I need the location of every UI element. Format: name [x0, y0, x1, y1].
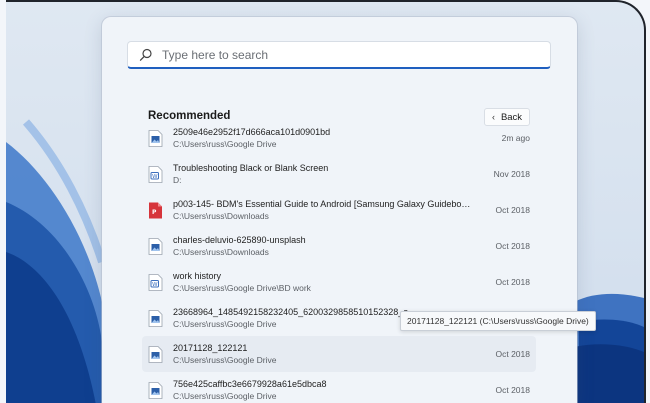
screenshot-frame: Recommended ‹ Back 2509e46e2952f17d666ac…: [0, 0, 650, 403]
item-name: 756e425caffbc3e6679928a61e5dbca8: [173, 378, 327, 389]
item-time: 2m ago: [501, 133, 530, 143]
item-name: work history: [173, 270, 222, 281]
item-path: C:\Users\russ\Downloads: [173, 210, 269, 221]
item-path: C:\Users\russ\Google Drive: [173, 390, 277, 401]
list-item[interactable]: charles-deluvio-625890-unsplash C:\Users…: [142, 228, 536, 264]
list-item[interactable]: W work history C:\Users\russ\Google Driv…: [142, 264, 536, 300]
item-name: 23668964_1485492158232405_62003298585101…: [173, 306, 409, 317]
list-item[interactable]: 2509e46e2952f17d666aca101d0901bd C:\User…: [142, 120, 536, 156]
item-time: Oct 2018: [495, 385, 531, 395]
svg-text:W: W: [152, 281, 158, 287]
item-time: Oct 2018: [495, 349, 531, 359]
image-file-icon: [148, 237, 163, 255]
item-name: 2509e46e2952f17d666aca101d0901bd: [173, 126, 331, 137]
svg-text:P: P: [152, 209, 157, 216]
item-time: Oct 2018: [495, 277, 531, 287]
item-path: C:\Users\russ\Downloads: [173, 246, 269, 257]
word-document-icon: W: [148, 273, 163, 291]
image-file-icon: [148, 345, 163, 363]
item-name: charles-deluvio-625890-unsplash: [173, 234, 306, 245]
svg-text:W: W: [152, 173, 158, 179]
item-path: D:: [173, 174, 182, 185]
image-file-icon: [148, 381, 163, 399]
image-file-icon: [148, 129, 163, 147]
pdf-file-icon: P: [148, 202, 163, 219]
item-path: C:\Users\russ\Google Drive\BD work: [173, 282, 311, 293]
hover-tooltip: 20171128_122121 (C:\Users\russ\Google Dr…: [400, 311, 596, 331]
word-document-icon: W: [148, 165, 163, 183]
item-path: C:\Users\russ\Google Drive: [173, 138, 277, 149]
item-path: C:\Users\russ\Google Drive: [173, 318, 277, 329]
item-time: Nov 2018: [493, 169, 530, 179]
item-time: Oct 2018: [495, 241, 531, 251]
desktop: Recommended ‹ Back 2509e46e2952f17d666ac…: [6, 0, 646, 403]
search-box[interactable]: [127, 41, 551, 69]
list-item[interactable]: W Troubleshooting Black or Blank Screen …: [142, 156, 536, 192]
list-item[interactable]: 756e425caffbc3e6679928a61e5dbca8 C:\User…: [142, 372, 536, 403]
image-file-icon: [148, 309, 163, 327]
item-path: C:\Users\russ\Google Drive: [173, 354, 277, 365]
search-input[interactable]: [162, 47, 522, 62]
recommended-list: 2509e46e2952f17d666aca101d0901bd C:\User…: [142, 120, 536, 403]
search-icon: [139, 48, 153, 62]
list-item[interactable]: P p003-145- BDM's Essential Guide to And…: [142, 192, 536, 228]
item-name: p003-145- BDM's Essential Guide to Andro…: [173, 198, 473, 209]
item-name: Troubleshooting Black or Blank Screen: [173, 162, 329, 173]
item-name: 20171128_122121: [173, 342, 248, 353]
item-time: Oct 2018: [495, 205, 531, 215]
list-item-hovered[interactable]: 20171128_122121 C:\Users\russ\Google Dri…: [142, 336, 536, 372]
